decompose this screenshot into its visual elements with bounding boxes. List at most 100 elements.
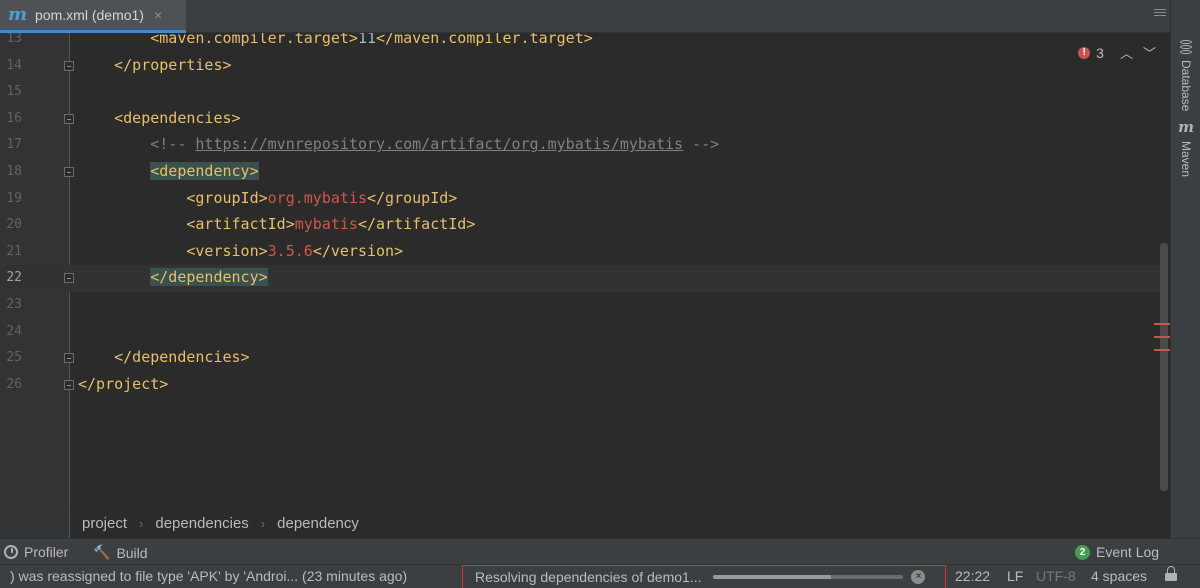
code-line[interactable]: 19 <groupId>org.mybatis</groupId> (0, 186, 1160, 213)
code-token: 3.5.6 (267, 241, 313, 260)
code-line[interactable]: 21 <version>3.5.6</version> (0, 239, 1160, 266)
code-token: <version> (186, 241, 268, 260)
code-line[interactable]: 16 <dependencies> (0, 106, 1160, 133)
cancel-icon[interactable]: × (911, 570, 926, 584)
code-token: 11 (357, 33, 377, 47)
line-number: 20 (6, 217, 22, 233)
code-token: mybatis (294, 215, 358, 234)
progress-fill (713, 575, 832, 579)
code-token: <dependencies> (114, 108, 241, 127)
fold-marker-icon[interactable] (64, 60, 74, 71)
code-line[interactable]: 24 (0, 319, 1160, 346)
lock-icon[interactable] (1165, 566, 1177, 581)
vertical-scrollbar[interactable] (1160, 243, 1168, 491)
file-encoding[interactable]: UTF-8 (1036, 568, 1076, 584)
breadcrumb-item-dependencies[interactable]: dependencies (155, 515, 248, 532)
next-highlight-icon[interactable]: ﹀ (1143, 43, 1156, 62)
code-token: <groupId> (186, 188, 268, 207)
line-number: 18 (6, 164, 22, 179)
tabs-menu-icon[interactable] (1150, 7, 1170, 27)
tab-pom-xml[interactable]: m pom.xml (demo1) × (0, 0, 186, 33)
breadcrumb-item-dependency[interactable]: dependency (277, 515, 359, 532)
maven-tool-button[interactable]: m Maven (1171, 118, 1200, 178)
maven-m-icon: m (8, 4, 28, 25)
background-task-indicator[interactable]: Resolving dependencies of demo1... × (462, 565, 946, 588)
error-marker[interactable] (1154, 349, 1170, 351)
status-message[interactable]: ) was reassigned to file type 'APK' by '… (10, 568, 407, 584)
code-token: </groupId> (367, 188, 458, 207)
error-marker[interactable] (1154, 336, 1170, 338)
previous-highlight-icon[interactable]: ︿ (1120, 43, 1133, 62)
code-text: </dependency> (78, 268, 268, 287)
maven-icon: m (1178, 118, 1194, 136)
tab-label: pom.xml (demo1) (35, 7, 144, 23)
event-log-badge: 2 (1075, 544, 1090, 560)
fold-marker-icon[interactable] (64, 113, 74, 124)
code-token: <dependency> (150, 162, 259, 180)
line-number: 23 (6, 297, 22, 312)
caret-position[interactable]: 22:22 (955, 568, 990, 584)
code-token: </version> (312, 241, 404, 260)
code-text: </properties> (78, 56, 231, 74)
code-line[interactable]: 18 <dependency> (0, 159, 1160, 186)
line-number: 14 (6, 57, 22, 73)
error-icon: ! (1078, 46, 1091, 59)
line-number: 19 (6, 190, 22, 206)
status-bar: ) was reassigned to file type 'APK' by '… (0, 564, 1200, 588)
code-token: <!-- (150, 135, 196, 154)
code-line[interactable]: 20 <artifactId>mybatis</artifactId> (0, 212, 1160, 239)
close-icon[interactable]: × (154, 7, 162, 23)
line-number: 21 (6, 243, 22, 259)
code-token: </dependencies> (114, 348, 250, 367)
tool-window-bar: Profiler 🔨 Build 2 Event Log (0, 538, 1200, 564)
line-separator[interactable]: LF (1007, 568, 1023, 584)
inspection-widget[interactable]: ! 3 ︿ ﹀ (1078, 43, 1156, 62)
breadcrumb: project › dependencies › dependency (0, 508, 1170, 539)
code-line[interactable]: 17 <!-- https://mvnrepository.com/artifa… (0, 132, 1160, 159)
code-text: <maven.compiler.target>11</maven.compile… (78, 33, 593, 47)
code-line[interactable]: 14 </properties> (0, 53, 1160, 80)
code-editor[interactable]: 13 <maven.compiler.target>11</maven.comp… (0, 33, 1170, 508)
database-icon (1180, 40, 1192, 54)
database-tool-button[interactable]: Database (1171, 40, 1200, 111)
progress-bar (713, 575, 904, 579)
code-token: </project> (78, 374, 169, 393)
code-text: <!-- https://mvnrepository.com/artifact/… (78, 135, 719, 153)
code-line[interactable]: 23 (0, 292, 1160, 319)
code-line[interactable]: 15 (0, 79, 1160, 106)
build-label: Build (116, 544, 148, 561)
right-tool-stripe: Database m Maven (1170, 0, 1200, 538)
code-text: </project> (78, 375, 168, 393)
indent-setting[interactable]: 4 spaces (1091, 568, 1147, 584)
line-number: 26 (6, 376, 22, 392)
event-log-button[interactable]: 2 Event Log (1075, 544, 1159, 560)
code-text: <version>3.5.6</version> (78, 242, 403, 260)
code-line[interactable]: 26 </project> (0, 372, 1160, 399)
line-number: 17 (6, 137, 22, 153)
breadcrumb-separator: › (139, 516, 144, 531)
code-text: <groupId>org.mybatis</groupId> (78, 189, 457, 207)
code-line[interactable]: 25 </dependencies> (0, 345, 1160, 372)
fold-marker-icon[interactable] (64, 353, 74, 364)
maven-label: Maven (1179, 141, 1193, 178)
code-token: <maven.compiler.target> (150, 33, 358, 47)
line-number: 13 (6, 33, 22, 46)
fold-marker-icon[interactable] (64, 379, 74, 390)
code-token: </maven.compiler.target> (376, 33, 593, 47)
profiler-button[interactable]: Profiler (4, 544, 68, 560)
hammer-icon: 🔨 (93, 544, 111, 560)
breadcrumb-item-project[interactable]: project (82, 515, 127, 532)
code-line[interactable]: 13 <maven.compiler.target>11</maven.comp… (0, 33, 1160, 53)
fold-marker-icon[interactable] (64, 167, 74, 177)
code-line[interactable]: 22 </dependency> (0, 265, 1160, 292)
profiler-label: Profiler (24, 544, 69, 560)
line-number: 25 (6, 350, 22, 366)
code-token: https://mvnrepository.com/artifact/org.m… (195, 135, 684, 154)
build-button[interactable]: 🔨 Build (93, 544, 148, 561)
code-text: <dependencies> (78, 108, 241, 127)
fold-marker-icon[interactable] (64, 273, 74, 284)
error-count: 3 (1096, 44, 1104, 61)
error-marker[interactable] (1154, 323, 1170, 325)
editor-tab-bar: m pom.xml (demo1) × (0, 0, 1170, 33)
breadcrumb-separator: › (260, 516, 266, 531)
